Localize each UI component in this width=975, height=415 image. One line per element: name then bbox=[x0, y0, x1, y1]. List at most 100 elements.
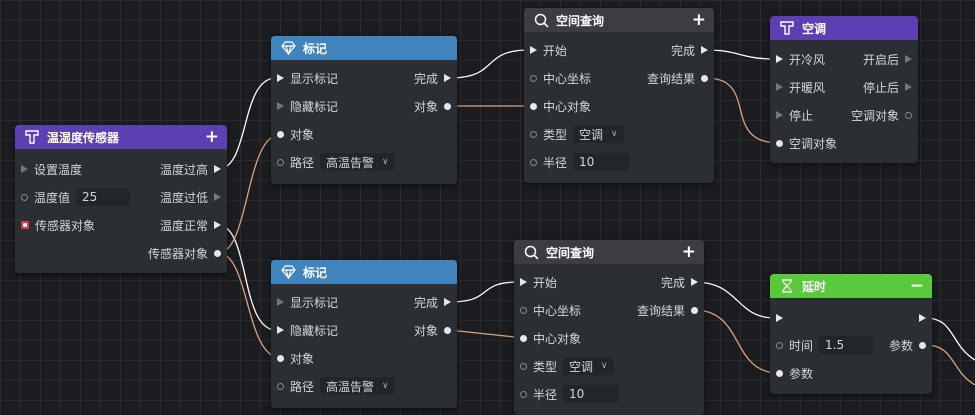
node-header[interactable]: 延时 − bbox=[770, 274, 932, 298]
radius-field[interactable]: 10 bbox=[573, 153, 630, 171]
add-icon[interactable]: + bbox=[692, 10, 706, 30]
input-set-temp[interactable]: 设置温度 bbox=[21, 159, 82, 179]
input-temp-value[interactable]: 温度值 25 bbox=[21, 187, 131, 207]
path-select[interactable]: 高温告警 ∨ bbox=[320, 377, 395, 395]
node-temp-humidity-sensor[interactable]: 温湿度传感器 + 设置温度 温度值 25 传感器对象 温度过高 温度过低 温度正常… bbox=[15, 125, 227, 273]
input-ac-object[interactable]: 空调对象 bbox=[776, 133, 837, 153]
exec-pin[interactable] bbox=[905, 83, 912, 91]
input-show-mark[interactable]: 显示标记 bbox=[277, 292, 338, 312]
data-pin[interactable] bbox=[277, 354, 284, 362]
data-pin[interactable] bbox=[277, 382, 284, 390]
input-type[interactable]: 类型 空调 ∨ bbox=[530, 124, 624, 144]
exec-pin[interactable] bbox=[277, 74, 284, 82]
radius-field[interactable]: 10 bbox=[563, 385, 620, 403]
data-pin[interactable] bbox=[277, 130, 284, 138]
input-path[interactable]: 路径 高温告警 ∨ bbox=[277, 376, 395, 396]
output-done[interactable]: 完成 bbox=[414, 292, 451, 312]
output-object[interactable]: 对象 bbox=[414, 320, 451, 340]
data-pin[interactable] bbox=[214, 249, 221, 257]
input-stop[interactable]: 停止 bbox=[776, 105, 813, 125]
data-pin[interactable] bbox=[691, 306, 698, 314]
exec-pin[interactable] bbox=[21, 165, 28, 173]
exec-pin[interactable] bbox=[905, 55, 912, 63]
data-pin[interactable] bbox=[701, 74, 708, 82]
node-delay[interactable]: 延时 − 时间 1.5 参数 参数 bbox=[770, 274, 932, 394]
output-exec[interactable] bbox=[913, 308, 926, 328]
node-header[interactable]: 温湿度传感器 + bbox=[15, 125, 227, 149]
exec-pin[interactable] bbox=[444, 298, 451, 306]
output-after-start[interactable]: 开启后 bbox=[863, 49, 912, 69]
exec-pin[interactable] bbox=[776, 314, 783, 322]
data-pin[interactable] bbox=[776, 369, 783, 377]
data-pin[interactable] bbox=[444, 326, 451, 334]
exec-pin[interactable] bbox=[214, 221, 221, 229]
add-icon[interactable]: + bbox=[682, 242, 696, 262]
exec-pin[interactable] bbox=[776, 83, 783, 91]
output-sensor-object[interactable]: 传感器对象 bbox=[148, 243, 221, 263]
node-spatial-query-top[interactable]: 空间查询 + 开始 中心坐标 中心对象 类型 空调 ∨ 半径 10 完成 查询结果 bbox=[524, 8, 714, 183]
data-pin[interactable] bbox=[520, 334, 527, 342]
exec-pin[interactable] bbox=[444, 74, 451, 82]
node-mark-top[interactable]: 标记 显示标记 隐藏标记 对象 路径 高温告警 ∨ 完成 对象 bbox=[271, 36, 457, 184]
output-ac-object[interactable]: 空调对象 bbox=[851, 105, 912, 125]
input-hide-mark[interactable]: 隐藏标记 bbox=[277, 320, 338, 340]
output-done[interactable]: 完成 bbox=[661, 272, 698, 292]
temp-value-field[interactable]: 25 bbox=[76, 188, 131, 206]
data-pin[interactable] bbox=[520, 390, 527, 398]
node-header[interactable]: 空间查询 + bbox=[524, 8, 714, 32]
data-pin[interactable] bbox=[520, 306, 527, 314]
input-hide-mark[interactable]: 隐藏标记 bbox=[277, 96, 338, 116]
data-pin[interactable] bbox=[919, 341, 926, 349]
data-pin[interactable] bbox=[277, 158, 284, 166]
output-temp-normal[interactable]: 温度正常 bbox=[160, 215, 221, 235]
data-pin[interactable] bbox=[776, 341, 783, 349]
output-object[interactable]: 对象 bbox=[414, 96, 451, 116]
exec-pin[interactable] bbox=[691, 278, 698, 286]
input-center-coord[interactable]: 中心坐标 bbox=[530, 68, 591, 88]
node-header[interactable]: 标记 bbox=[271, 260, 457, 284]
type-select[interactable]: 空调 ∨ bbox=[573, 125, 624, 143]
data-pin[interactable] bbox=[444, 102, 451, 110]
exec-pin[interactable] bbox=[776, 111, 783, 119]
input-radius[interactable]: 半径 10 bbox=[520, 384, 620, 404]
input-param[interactable]: 参数 bbox=[776, 363, 813, 383]
input-heat[interactable]: 开暖风 bbox=[776, 77, 825, 97]
node-header[interactable]: 标记 bbox=[271, 36, 457, 60]
output-after-stop[interactable]: 停止后 bbox=[863, 77, 912, 97]
input-exec[interactable] bbox=[776, 308, 789, 328]
exec-pin[interactable] bbox=[277, 326, 284, 334]
data-pin[interactable] bbox=[530, 102, 537, 110]
output-query-result[interactable]: 查询结果 bbox=[637, 300, 698, 320]
input-center-coord[interactable]: 中心坐标 bbox=[520, 300, 581, 320]
input-type[interactable]: 类型 空调 ∨ bbox=[520, 356, 614, 376]
output-done[interactable]: 完成 bbox=[671, 40, 708, 60]
input-center-object[interactable]: 中心对象 bbox=[520, 328, 581, 348]
input-show-mark[interactable]: 显示标记 bbox=[277, 68, 338, 88]
node-header[interactable]: 空间查询 + bbox=[514, 240, 704, 264]
output-temp-high[interactable]: 温度过高 bbox=[160, 159, 221, 179]
exec-pin[interactable] bbox=[701, 46, 708, 54]
data-pin[interactable] bbox=[530, 130, 537, 138]
input-cool[interactable]: 开冷风 bbox=[776, 49, 825, 69]
exec-pin[interactable] bbox=[214, 165, 221, 173]
input-radius[interactable]: 半径 10 bbox=[530, 152, 630, 172]
input-path[interactable]: 路径 高温告警 ∨ bbox=[277, 152, 395, 172]
exec-pin[interactable] bbox=[277, 298, 284, 306]
output-param[interactable]: 参数 bbox=[889, 335, 926, 355]
data-pin[interactable] bbox=[520, 362, 527, 370]
input-center-object[interactable]: 中心对象 bbox=[530, 96, 591, 116]
exec-pin[interactable] bbox=[277, 102, 284, 110]
data-pin[interactable] bbox=[905, 111, 912, 119]
collapse-icon[interactable]: − bbox=[910, 276, 924, 296]
node-mark-bottom[interactable]: 标记 显示标记 隐藏标记 对象 路径 高温告警 ∨ 完成 对象 bbox=[271, 260, 457, 408]
exec-pin[interactable] bbox=[520, 278, 527, 286]
data-pin[interactable] bbox=[21, 193, 28, 201]
exec-pin[interactable] bbox=[530, 46, 537, 54]
path-select[interactable]: 高温告警 ∨ bbox=[320, 153, 395, 171]
output-temp-low[interactable]: 温度过低 bbox=[160, 187, 221, 207]
exec-pin[interactable] bbox=[776, 55, 783, 63]
output-query-result[interactable]: 查询结果 bbox=[647, 68, 708, 88]
input-time[interactable]: 时间 1.5 bbox=[776, 335, 874, 355]
node-header[interactable]: 空调 bbox=[770, 16, 918, 40]
exec-pin[interactable] bbox=[919, 314, 926, 322]
